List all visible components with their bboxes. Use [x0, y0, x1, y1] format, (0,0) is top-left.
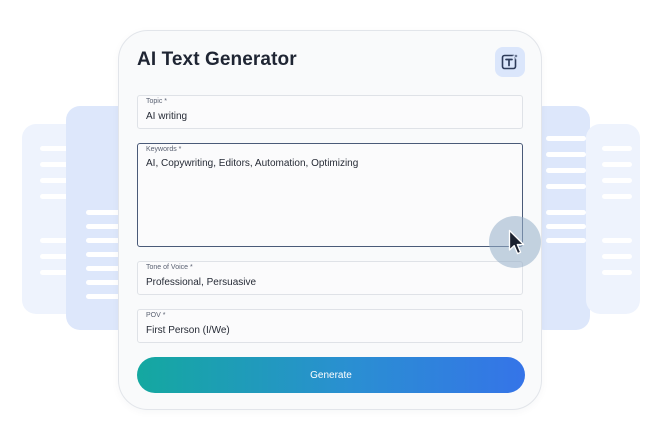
topic-label: Topic * [146, 98, 168, 105]
doc-line [602, 238, 632, 243]
doc-line [602, 254, 632, 259]
card-title: AI Text Generator [137, 49, 297, 70]
generate-button[interactable]: Generate [137, 357, 525, 393]
doc-line [546, 224, 586, 229]
topic-field[interactable]: Topic * AI writing [137, 95, 523, 129]
doc-line [602, 194, 632, 199]
tone-label: Tone of Voice * [146, 264, 193, 271]
cursor-arrow-icon [508, 229, 525, 255]
doc-line [546, 152, 586, 157]
tone-value: Professional, Persuasive [146, 277, 257, 288]
pov-field[interactable]: POV * First Person (I/We) [137, 309, 523, 343]
doc-line [546, 168, 586, 173]
doc-line [546, 184, 586, 189]
background-document [586, 124, 640, 314]
text-sparkle-icon [501, 52, 520, 70]
doc-line [546, 210, 586, 215]
doc-line [602, 146, 632, 151]
keywords-value: AI, Copywriting, Editors, Automation, Op… [146, 158, 359, 169]
doc-line [546, 136, 586, 141]
pov-value: First Person (I/We) [146, 325, 230, 336]
keywords-textarea[interactable]: Keywords * AI, Copywriting, Editors, Aut… [137, 143, 523, 247]
text-tool-button[interactable] [495, 47, 525, 77]
doc-line [602, 178, 632, 183]
ai-text-generator-card: AI Text Generator Topic * AI writing Key… [118, 30, 542, 410]
topic-value: AI writing [146, 111, 188, 122]
doc-line [602, 162, 632, 167]
tone-of-voice-field[interactable]: Tone of Voice * Professional, Persuasive [137, 261, 523, 295]
stage: AI Text Generator Topic * AI writing Key… [0, 0, 660, 440]
doc-line [602, 270, 632, 275]
keywords-label: Keywords * [146, 146, 182, 153]
doc-line [546, 238, 586, 243]
pov-label: POV * [146, 312, 166, 319]
